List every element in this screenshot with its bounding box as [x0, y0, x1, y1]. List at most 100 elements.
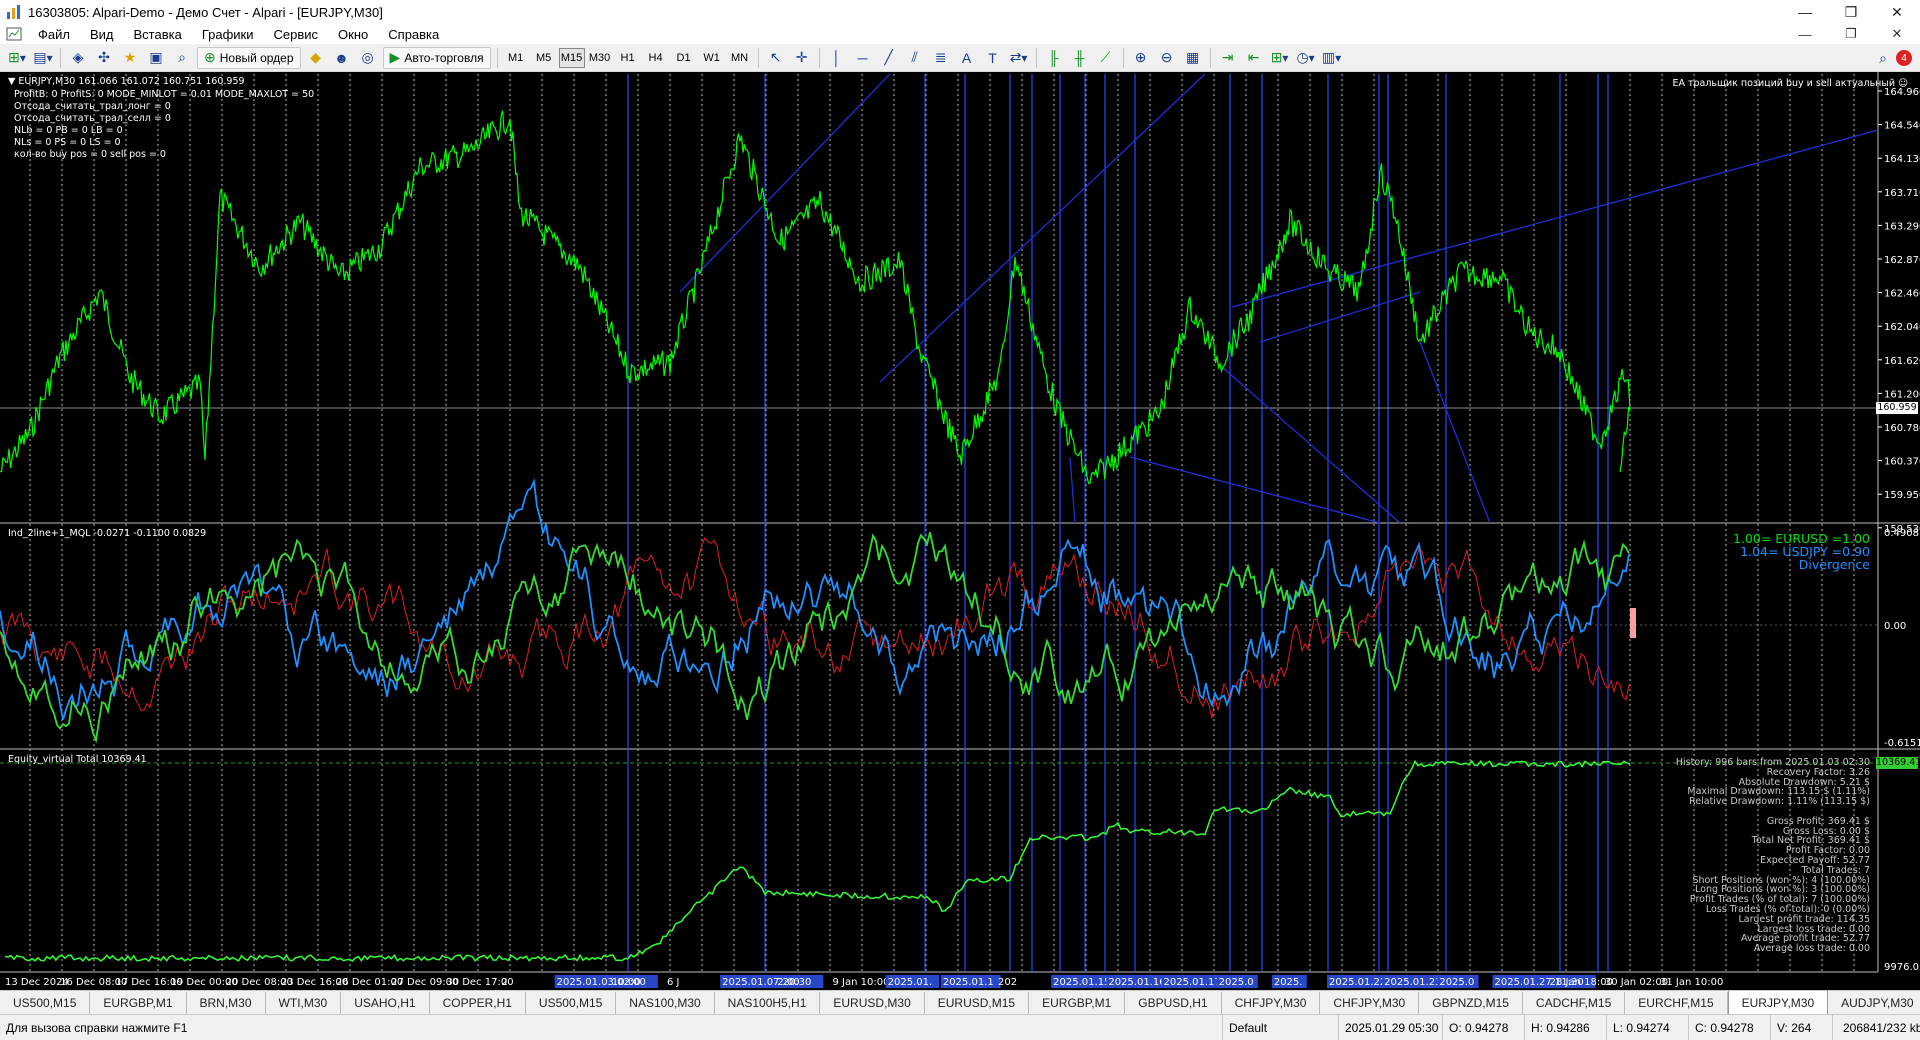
- fibonacci-icon[interactable]: ≣: [930, 47, 952, 69]
- timeframe-w1[interactable]: W1: [699, 48, 725, 68]
- title-bar: 16303805: Alpari-Demo - Демо Счет - Alpa…: [0, 0, 1920, 24]
- timeframe-m1[interactable]: M1: [503, 48, 529, 68]
- chart-canvas[interactable]: 164.960164.540164.130163.710163.290162.8…: [0, 72, 1920, 990]
- info-line: ProfitB: 0 ProfitS: 0 MODE_MINLOT = 0.01…: [14, 89, 315, 100]
- price-series-line: [0, 110, 1631, 484]
- autoscroll-icon[interactable]: ⇥: [1217, 47, 1239, 69]
- arrows-icon[interactable]: ⇄ ▾: [1008, 47, 1030, 69]
- status-profile[interactable]: Default: [1222, 1014, 1338, 1040]
- doc-close-button[interactable]: ✕: [1874, 24, 1920, 44]
- new-chart-icon[interactable]: ⊞ ▾: [6, 47, 28, 69]
- zoom-in-icon[interactable]: ⊕: [1130, 47, 1152, 69]
- symbol-tab[interactable]: USAHO,H1: [341, 992, 430, 1014]
- menu-view[interactable]: Вид: [80, 27, 124, 42]
- bar-chart-icon[interactable]: ╟: [1043, 47, 1065, 69]
- trendline-icon[interactable]: ╱: [878, 47, 900, 69]
- menu-tools[interactable]: Сервис: [264, 27, 329, 42]
- new-order-icon: ⊕: [204, 49, 216, 65]
- symbol-tab[interactable]: US500,M15: [526, 992, 617, 1014]
- doc-restore-button[interactable]: ❐: [1828, 24, 1874, 44]
- info-line: Отсода_считать_трал_селл = 0: [14, 113, 171, 124]
- horizontal-line-icon[interactable]: ─: [852, 47, 874, 69]
- notifications-badge[interactable]: 4: [1896, 50, 1912, 66]
- market-watch-icon[interactable]: ◈: [67, 47, 89, 69]
- symbol-tab[interactable]: NAS100H5,H1: [715, 992, 821, 1014]
- symbol-tab[interactable]: GBPNZD,M15: [1419, 992, 1523, 1014]
- vertical-line-icon[interactable]: │: [826, 47, 848, 69]
- new-order-button[interactable]: ⊕ Новый ордер: [197, 46, 301, 69]
- symbol-tab[interactable]: EURJPY,M30: [1727, 991, 1829, 1014]
- maximize-button[interactable]: ❐: [1828, 0, 1874, 24]
- crosshair-icon[interactable]: ✛: [791, 47, 813, 69]
- time-tick-label: 2025.01.15: [1053, 977, 1110, 988]
- templates-icon[interactable]: ▥ ▾: [1321, 47, 1343, 69]
- menu-help[interactable]: Справка: [378, 27, 449, 42]
- info-line: кол-во buy pos = 0 sell pos = 0: [14, 149, 166, 160]
- menu-insert[interactable]: Вставка: [124, 27, 192, 42]
- menu-file[interactable]: Файл: [28, 27, 80, 42]
- doc-minimize-button[interactable]: —: [1782, 24, 1828, 44]
- timeframe-m30[interactable]: M30: [587, 48, 613, 68]
- menu-charts[interactable]: Графики: [192, 27, 264, 42]
- line-chart-icon[interactable]: ⟋: [1095, 47, 1117, 69]
- cursor-icon[interactable]: ↖: [765, 47, 787, 69]
- tile-windows-icon[interactable]: ▦: [1182, 47, 1204, 69]
- symbol-tab[interactable]: EURGBP,M1: [90, 992, 187, 1014]
- equidistant-channel-icon[interactable]: ⫽: [904, 47, 926, 69]
- equity-stat-line: Relative Drawdown: 1.11% (113.15 $): [1689, 796, 1870, 808]
- price-tick-label: 160.370: [1884, 457, 1920, 468]
- time-tick-label: 2025.01.23: [1384, 977, 1441, 988]
- price-tick-label: 164.130: [1884, 154, 1920, 165]
- chart-shift-icon[interactable]: ⇤: [1243, 47, 1265, 69]
- text-icon[interactable]: A: [956, 47, 978, 69]
- zoom-out-icon[interactable]: ⊖: [1156, 47, 1178, 69]
- periods-icon[interactable]: ◷ ▾: [1295, 47, 1317, 69]
- close-button[interactable]: ✕: [1874, 0, 1920, 24]
- time-tick-label: 28 Jan 18:00: [1550, 977, 1613, 988]
- signals-icon[interactable]: ☻: [331, 47, 353, 69]
- symbol-tab[interactable]: GBPUSD,H1: [1125, 992, 1222, 1014]
- symbol-tab[interactable]: US500,M15: [0, 992, 91, 1014]
- symbol-tab[interactable]: EURGBP,M1: [1029, 992, 1126, 1014]
- time-tick-label: 2025.01.16: [1108, 977, 1165, 988]
- metaeditor-icon[interactable]: ◆: [305, 47, 327, 69]
- symbol-tab[interactable]: NAS100,M30: [616, 992, 715, 1014]
- menu-window[interactable]: Окно: [328, 27, 378, 42]
- timeframe-mn[interactable]: MN: [727, 48, 753, 68]
- symbol-tab[interactable]: AUDJPY,M30: [1828, 992, 1920, 1014]
- symbol-tab[interactable]: COPPER,H1: [430, 992, 526, 1014]
- status-high: H: 0.94286: [1524, 1014, 1606, 1040]
- timeframe-h4[interactable]: H4: [643, 48, 669, 68]
- navigator-icon[interactable]: ★: [119, 47, 141, 69]
- indicator-legend: 1.00= EURUSD =1.00 1.04= USDJPY =0.90 Di…: [1733, 532, 1870, 571]
- timeframe-m5[interactable]: M5: [531, 48, 557, 68]
- chart-symbol-header: ▼ EURJPY,M30 161.066 161.072 160.751 160…: [8, 76, 245, 87]
- metatrader-logo-icon: [7, 5, 20, 19]
- symbol-tab[interactable]: CHFJPY,M30: [1320, 992, 1420, 1014]
- profiles-icon[interactable]: ▤ ▾: [32, 47, 54, 69]
- minimize-button[interactable]: —: [1782, 0, 1828, 24]
- market-icon[interactable]: ◎: [357, 47, 379, 69]
- symbol-tab[interactable]: WTI,M30: [266, 992, 342, 1014]
- timeframe-d1[interactable]: D1: [671, 48, 697, 68]
- terminal-icon[interactable]: ▣: [145, 47, 167, 69]
- symbol-tab[interactable]: EURUSD,M15: [925, 992, 1030, 1014]
- trend-line: [879, 73, 1206, 383]
- strategy-tester-icon[interactable]: ⌕: [171, 47, 193, 69]
- indicators-icon[interactable]: ⊞ ▾: [1269, 47, 1291, 69]
- symbol-tab[interactable]: BRN,M30: [187, 992, 266, 1014]
- timeframe-m15[interactable]: M15: [558, 47, 585, 68]
- price-tick-label: 162.870: [1884, 255, 1920, 266]
- candlestick-icon[interactable]: ╫: [1069, 47, 1091, 69]
- symbol-tab[interactable]: EURUSD,M30: [820, 992, 925, 1014]
- text-label-icon[interactable]: T: [982, 47, 1004, 69]
- auto-trading-button[interactable]: ▶ Авто-торговля: [382, 46, 491, 69]
- chart-window[interactable]: 164.960164.540164.130163.710163.290162.8…: [0, 72, 1920, 990]
- symbol-tab[interactable]: CHFJPY,M30: [1222, 992, 1321, 1014]
- symbol-tab[interactable]: EURCHF,M15: [1625, 992, 1728, 1014]
- timeframe-h1[interactable]: H1: [615, 48, 641, 68]
- symbol-tab[interactable]: CADCHF,M15: [1523, 992, 1626, 1014]
- equity-stat-line: Average loss trade: 0.00: [1753, 943, 1870, 955]
- data-window-icon[interactable]: ✣: [93, 47, 115, 69]
- search-icon[interactable]: ⌕: [1872, 47, 1894, 69]
